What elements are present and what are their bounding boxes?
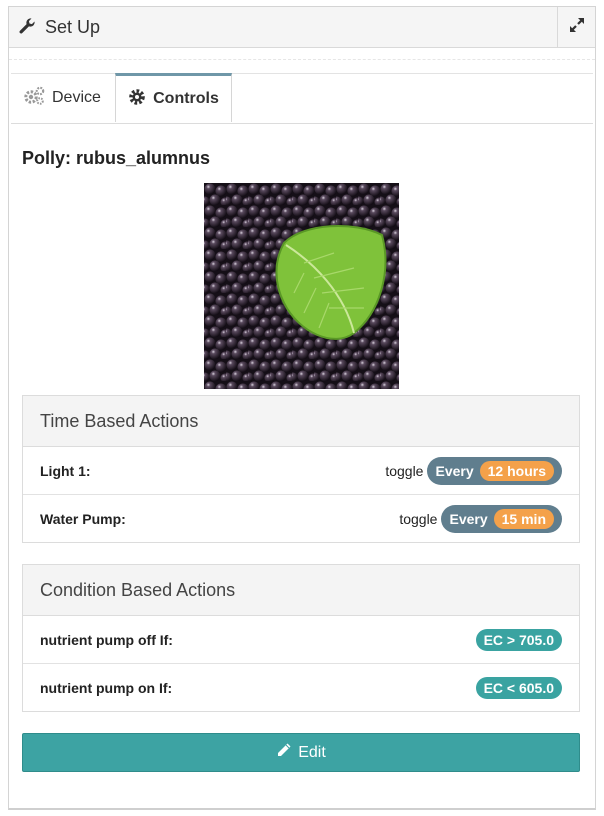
window-titlebar: Set Up [9, 7, 595, 48]
divider [9, 59, 595, 60]
pencil-icon [276, 742, 298, 763]
tab-device[interactable]: Device [23, 74, 101, 122]
schedule-every: Every [435, 462, 474, 479]
tab-controls[interactable]: Controls [115, 73, 232, 122]
action-verb: toggle [399, 510, 438, 527]
gears-icon [23, 86, 52, 111]
edit-button[interactable]: Edit [22, 733, 580, 772]
action-label: Light 1: [40, 462, 91, 479]
schedule-interval: 15 min [493, 508, 554, 529]
plant-heading: Polly: rubus_alumnus [22, 148, 211, 168]
tab-bar: Device Controls [11, 73, 593, 124]
condition-badge: EC < 605.0 [475, 676, 562, 699]
gear-icon [128, 88, 153, 111]
action-label: nutrient pump off If: [40, 631, 173, 648]
action-label: nutrient pump on If: [40, 679, 173, 696]
time-action-row: Light 1: toggle Every 12 hours [23, 447, 579, 495]
window-title: Set Up [45, 16, 101, 37]
tab-controls-label: Controls [153, 90, 219, 107]
condition-based-actions-panel: Condition Based Actions nutrient pump of… [22, 564, 580, 712]
condition-based-actions-title: Condition Based Actions [23, 565, 579, 616]
time-based-actions-panel: Time Based Actions Light 1: toggle Every… [22, 395, 580, 543]
wrench-icon [17, 17, 37, 37]
condition-action-row: nutrient pump off If: EC > 705.0 [23, 616, 579, 664]
condition-action-row: nutrient pump on If: EC < 605.0 [23, 664, 579, 711]
schedule-every: Every [449, 510, 488, 527]
time-action-row: Water Pump: toggle Every 15 min [23, 495, 579, 542]
schedule-badge: Every 15 min [441, 504, 562, 533]
expand-button[interactable] [557, 7, 595, 47]
expand-icon [569, 17, 585, 38]
action-label: Water Pump: [40, 510, 126, 527]
tab-device-label: Device [52, 89, 101, 106]
schedule-badge: Every 12 hours [427, 456, 562, 485]
condition-badge: EC > 705.0 [475, 628, 562, 651]
schedule-interval: 12 hours [479, 460, 554, 481]
edit-button-label: Edit [298, 743, 326, 761]
setup-window: Set Up Device Controls Polly: rubus_alum… [8, 6, 596, 810]
action-verb: toggle [385, 462, 424, 479]
time-based-actions-title: Time Based Actions [23, 396, 579, 447]
plant-photo [204, 183, 399, 389]
